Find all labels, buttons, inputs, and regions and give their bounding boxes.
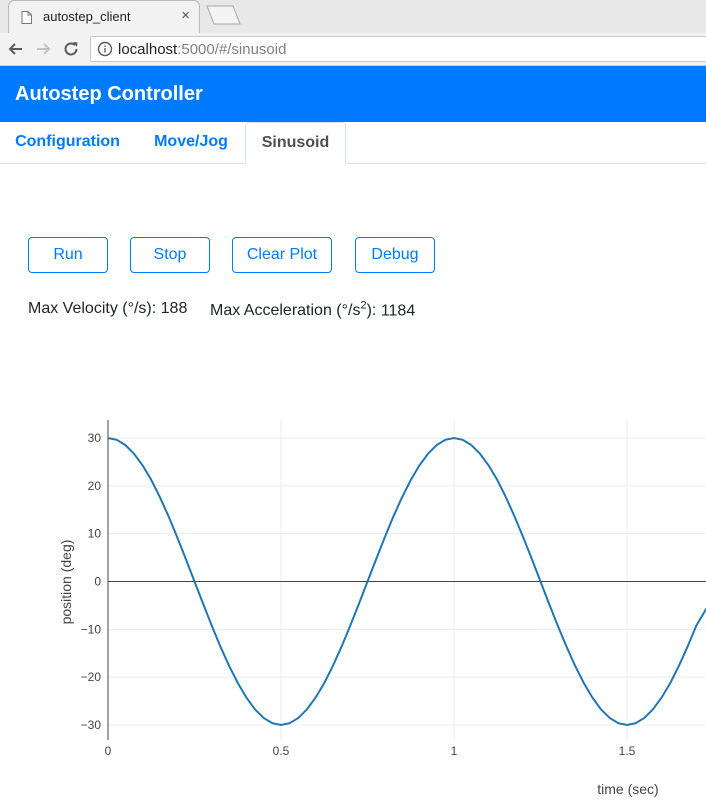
x-tick-label: 1.5 bbox=[619, 744, 636, 758]
clear-plot-button[interactable]: Clear Plot bbox=[232, 237, 332, 273]
y-tick-label: 20 bbox=[88, 479, 102, 493]
x-tick-label: 0 bbox=[105, 744, 112, 758]
max-velocity-label: Max Velocity (°/s): bbox=[28, 300, 157, 317]
reload-icon[interactable] bbox=[61, 39, 81, 59]
max-acceleration-label: Max Acceleration (°/s2): bbox=[210, 300, 377, 320]
address-bar[interactable]: localhost:5000/#/sinusoid bbox=[90, 36, 706, 62]
forward-arrow-icon[interactable] bbox=[33, 39, 53, 59]
tab-move-jog[interactable]: Move/Jog bbox=[137, 122, 245, 164]
y-tick-label: −30 bbox=[81, 718, 102, 732]
max-acceleration-label-post: ): bbox=[366, 302, 377, 320]
nav-tabs: Configuration Move/Jog Sinusoid bbox=[0, 122, 706, 164]
max-velocity: Max Velocity (°/s): 188 bbox=[28, 300, 187, 318]
app-navbar: Autostep Controller bbox=[0, 66, 706, 122]
stop-button[interactable]: Stop bbox=[130, 237, 210, 273]
browser-tab-title: autostep_client bbox=[43, 9, 131, 24]
debug-button[interactable]: Debug bbox=[355, 237, 435, 273]
y-tick-label: −20 bbox=[81, 670, 102, 684]
page-icon bbox=[21, 11, 32, 24]
app-title[interactable]: Autostep Controller bbox=[15, 83, 203, 106]
new-tab-icon[interactable] bbox=[203, 4, 243, 26]
close-tab-icon[interactable]: × bbox=[181, 8, 190, 23]
max-acceleration-label-pre: Max Acceleration (°/s bbox=[210, 302, 361, 320]
y-tick-label: 0 bbox=[94, 575, 101, 589]
url-host: localhost bbox=[118, 41, 178, 58]
browser-toolbar: localhost:5000/#/sinusoid bbox=[0, 33, 706, 66]
browser-tab[interactable]: autostep_client × bbox=[8, 0, 200, 33]
info-icon[interactable] bbox=[97, 41, 113, 57]
x-tick-label: 1 bbox=[451, 744, 458, 758]
y-tick-label: 30 bbox=[88, 431, 102, 445]
max-acceleration-value: 1184 bbox=[380, 302, 416, 320]
plot-grid bbox=[108, 420, 706, 740]
y-tick-label: 10 bbox=[88, 527, 102, 541]
y-tick-label: −10 bbox=[81, 622, 102, 636]
position-plot[interactable]: 0 0.5 1 1.5 30 20 10 0 −10 −20 −30 time (sec) posi… bbox=[0, 374, 706, 804]
y-axis-label: position (deg) bbox=[58, 540, 74, 625]
back-arrow-icon[interactable] bbox=[6, 39, 26, 59]
tab-configuration[interactable]: Configuration bbox=[0, 122, 135, 164]
plot-axes: 0 0.5 1 1.5 30 20 10 0 −10 −20 −30 bbox=[81, 420, 706, 758]
run-button[interactable]: Run bbox=[28, 237, 108, 273]
max-velocity-value: 188 bbox=[160, 300, 188, 317]
tab-sinusoid[interactable]: Sinusoid bbox=[245, 122, 346, 164]
browser-tab-strip: autostep_client × bbox=[0, 0, 706, 33]
max-acceleration: Max Acceleration (°/s2): 1184 bbox=[210, 300, 415, 320]
url-path: :5000/#/sinusoid bbox=[177, 41, 287, 58]
x-tick-label: 0.5 bbox=[273, 744, 290, 758]
url-text: localhost:5000/#/sinusoid bbox=[118, 41, 286, 58]
x-axis-label: time (sec) bbox=[597, 781, 658, 797]
